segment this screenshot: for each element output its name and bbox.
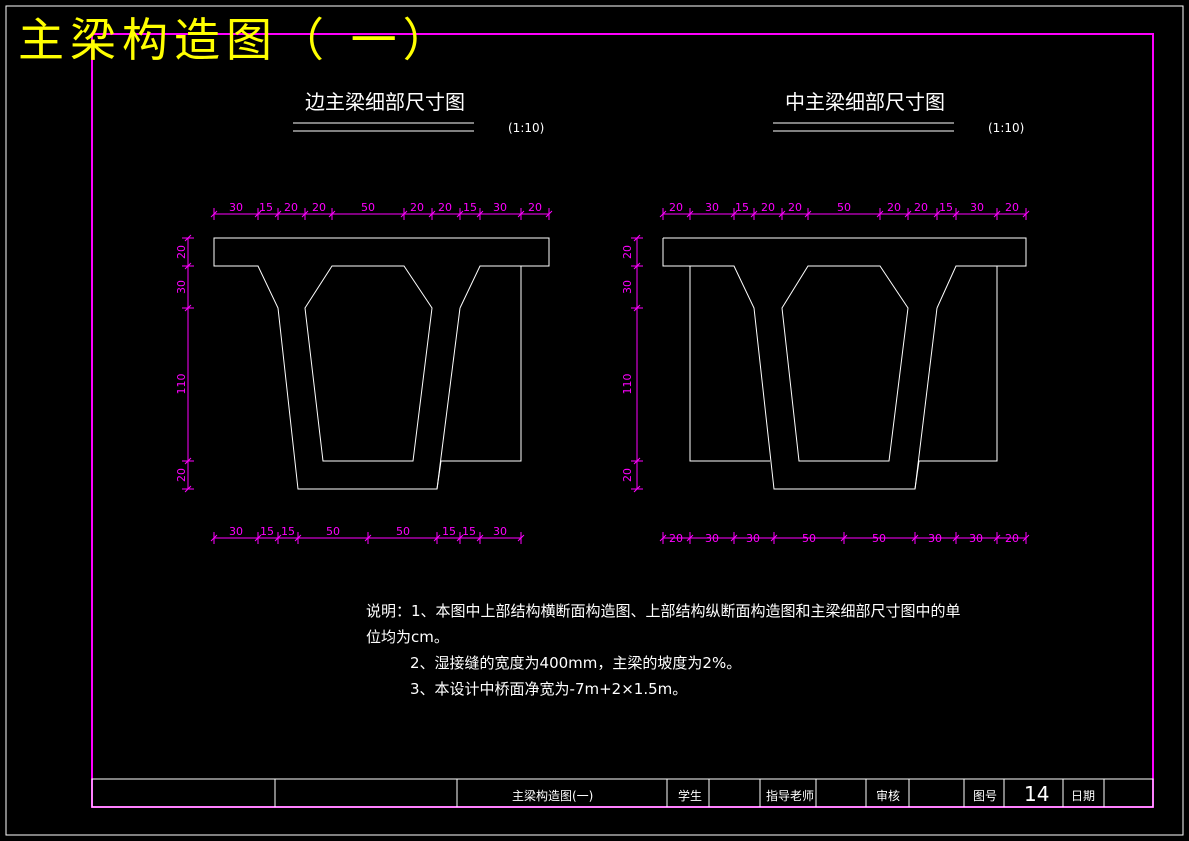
dim-text: 20 (438, 201, 452, 214)
dim-text: 20 (669, 532, 683, 545)
dim-text: 30 (229, 525, 243, 538)
drawing-title: 主梁构造图（ 一） (18, 13, 455, 67)
note-line-4: 3、本设计中桥面净宽为-7m+2×1.5m。 (410, 680, 688, 698)
dim-text: 30 (969, 532, 983, 545)
left-vertical-dims: 20 30 110 20 (175, 245, 188, 482)
dim-text: 30 (746, 532, 760, 545)
dim-text: 50 (837, 201, 851, 214)
dim-text: 20 (914, 201, 928, 214)
dim-text: 15 (442, 525, 456, 538)
dim-text: 20 (788, 201, 802, 214)
dim-text: 30 (621, 280, 634, 294)
dim-text: 20 (528, 201, 542, 214)
right-vertical-dims: 20 30 110 20 (621, 245, 634, 482)
title-block-number-value: 14 (1024, 782, 1050, 806)
dim-text: 50 (326, 525, 340, 538)
dim-text: 30 (970, 201, 984, 214)
dim-text: 20 (1005, 532, 1019, 545)
dim-text: 30 (175, 280, 188, 294)
dim-text: 20 (761, 201, 775, 214)
dim-text: 30 (229, 201, 243, 214)
title-block-student-label: 学生 (678, 789, 703, 803)
dim-text: 15 (281, 525, 295, 538)
dim-text: 20 (175, 245, 188, 259)
dim-text: 15 (939, 201, 953, 214)
middle-girder-section (662, 237, 1027, 490)
note-line-3: 2、湿接缝的宽度为400mm，主梁的坡度为2%。 (410, 654, 742, 672)
dimension-ticks (182, 208, 1030, 544)
edge-girder-scale: (1:10) (508, 121, 545, 135)
dim-text: 50 (872, 532, 886, 545)
dim-text: 20 (175, 468, 188, 482)
note-line-2: 位均为cm。 (366, 628, 449, 646)
dim-text: 110 (175, 374, 188, 395)
dim-text: 20 (621, 468, 634, 482)
dim-text: 15 (462, 525, 476, 538)
dim-text: 20 (621, 245, 634, 259)
middle-girder-scale: (1:10) (988, 121, 1025, 135)
dim-text: 20 (410, 201, 424, 214)
dim-text: 30 (493, 525, 507, 538)
left-top-dims: 30 15 20 20 50 20 20 15 30 20 (229, 201, 542, 214)
dim-text: 30 (928, 532, 942, 545)
dim-text: 50 (361, 201, 375, 214)
right-top-dims: 20 30 15 20 20 50 20 20 15 30 20 (669, 201, 1019, 214)
edge-girder-section (213, 237, 550, 490)
dim-text: 15 (260, 525, 274, 538)
title-block-number-label: 图号 (973, 789, 998, 803)
middle-girder-view-title: 中主梁细部尺寸图 (785, 90, 945, 114)
title-block-advisor-label: 指导老师 (766, 789, 815, 803)
dim-text: 20 (1005, 201, 1019, 214)
dim-text: 50 (396, 525, 410, 538)
dim-text: 20 (312, 201, 326, 214)
edge-girder-view-title: 边主梁细部尺寸图 (305, 90, 465, 114)
title-block-drawing-name: 主梁构造图(一) (512, 789, 594, 803)
title-block-date-label: 日期 (1071, 789, 1096, 803)
dim-text: 20 (284, 201, 298, 214)
dim-text: 20 (887, 201, 901, 214)
dim-text: 30 (705, 532, 719, 545)
note-line-1: 说明：1、本图中上部结构横断面构造图、上部结构纵断面构造图和主梁细部尺寸图中的单 (366, 602, 961, 620)
dim-text: 15 (735, 201, 749, 214)
dim-text: 30 (705, 201, 719, 214)
title-block-review-label: 审核 (876, 789, 901, 803)
dim-text: 110 (621, 374, 634, 395)
dim-text: 15 (463, 201, 477, 214)
dim-text: 15 (259, 201, 273, 214)
dim-text: 20 (669, 201, 683, 214)
dim-text: 30 (493, 201, 507, 214)
dim-text: 50 (802, 532, 816, 545)
